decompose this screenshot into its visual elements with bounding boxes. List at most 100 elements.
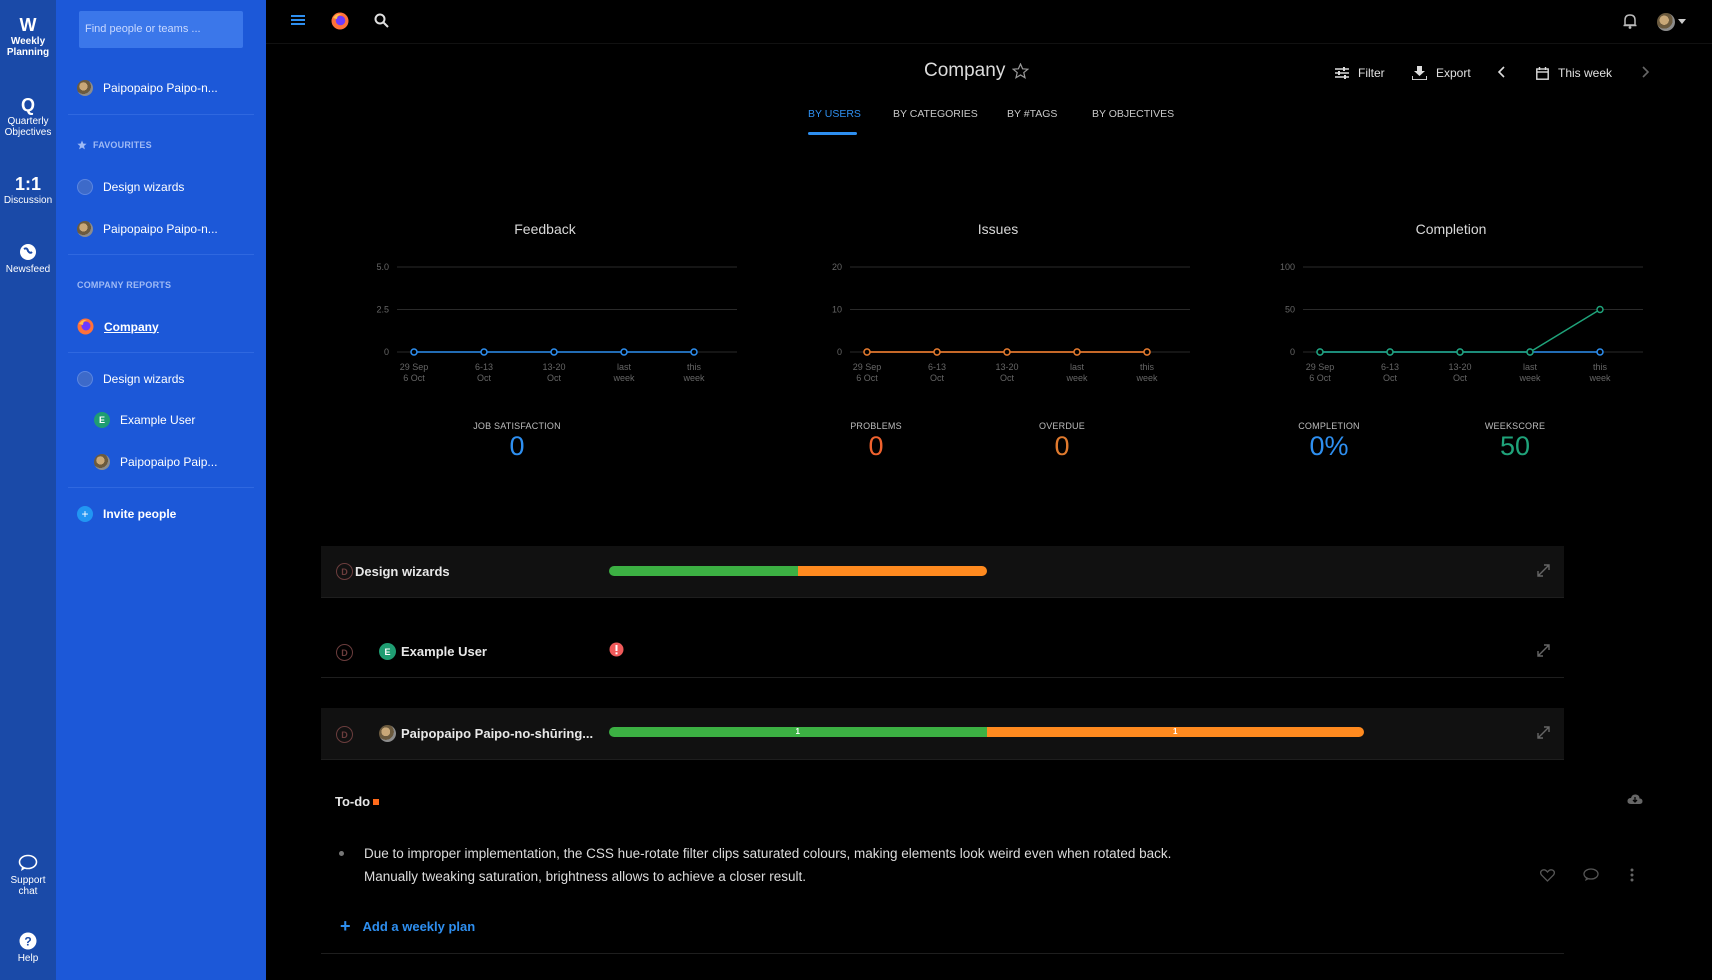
- title-row: Company Filter Export This week: [266, 58, 1712, 86]
- stat-label: OVERDUE: [1039, 421, 1085, 431]
- stat-job-satisfaction: JOB SATISFACTION 0: [437, 421, 597, 461]
- y-tick-label: 0: [384, 347, 389, 357]
- x-tick-label: week: [612, 373, 635, 383]
- favourites-heading: FAVOURITES: [77, 140, 152, 150]
- export-button[interactable]: Export: [1412, 66, 1471, 80]
- data-point: [550, 348, 558, 356]
- tab-by-users[interactable]: BY USERS: [808, 108, 861, 120]
- team-avatar: [77, 179, 93, 195]
- chat-icon: [18, 854, 38, 871]
- period-selector[interactable]: This week: [1536, 66, 1612, 80]
- globe-icon: [20, 244, 36, 260]
- x-tick-label: Oct: [1383, 373, 1398, 383]
- hamburger-menu-icon[interactable]: [291, 13, 305, 27]
- todo-item[interactable]: Due to improper implementation, the CSS …: [364, 842, 1264, 888]
- sidebar-item-me[interactable]: Paipopaipo Paipo-n...: [77, 80, 218, 96]
- invite-people-button[interactable]: + Invite people: [77, 506, 176, 522]
- filter-button[interactable]: Filter: [1335, 66, 1385, 80]
- sidebar: Find people or teams ... Paipopaipo Paip…: [56, 0, 266, 980]
- status-badge: D: [336, 563, 353, 580]
- cloud-icon[interactable]: [1627, 793, 1643, 805]
- expand-icon[interactable]: [1537, 644, 1550, 657]
- weekly-label-2: Planning: [6, 47, 50, 58]
- rail-newsfeed[interactable]: Newsfeed: [0, 243, 56, 275]
- firefox-icon: [77, 318, 94, 335]
- chart-title: Completion: [1415, 221, 1487, 237]
- sidebar-item-fav-design-wizards[interactable]: Design wizards: [77, 179, 184, 195]
- rail-support-chat[interactable]: Support chat: [0, 854, 56, 897]
- rail-quarterly-objectives[interactable]: Q Quarterly Objectives: [0, 94, 56, 138]
- completion-chart-svg: 05010029 Sep6 Oct6-13Oct13-20Octlastweek…: [1280, 262, 1643, 383]
- x-tick-label: 13-20: [995, 362, 1018, 372]
- heart-icon[interactable]: [1540, 869, 1555, 882]
- sidebar-item-member-example-user[interactable]: E Example User: [94, 412, 195, 428]
- issues-chart-svg: 0102029 Sep6 Oct6-13Oct13-20Octlastweekt…: [832, 262, 1190, 383]
- filter-label: Filter: [1358, 66, 1385, 80]
- x-tick-label: week: [1518, 373, 1541, 383]
- x-tick-label: last: [1070, 362, 1085, 372]
- weekly-label-1: Weekly: [10, 36, 46, 47]
- chart-title: Issues: [977, 221, 1019, 237]
- stat-completion: COMPLETION 0%: [1249, 421, 1409, 461]
- svg-text:?: ?: [24, 935, 31, 949]
- sidebar-item-fav-paipo[interactable]: Paipopaipo Paipo-n...: [77, 221, 218, 237]
- progress-bar: [609, 566, 987, 576]
- tab-by-objectives[interactable]: BY OBJECTIVES: [1092, 108, 1174, 120]
- company-reports-heading: COMPANY REPORTS: [77, 280, 172, 290]
- plus-icon: +: [340, 916, 351, 936]
- chevron-right-icon[interactable]: [1642, 66, 1650, 78]
- expand-icon[interactable]: [1537, 726, 1550, 739]
- rail-help[interactable]: ? Help: [0, 932, 56, 964]
- tab-by-tags[interactable]: BY #TAGS: [1007, 108, 1057, 120]
- expand-icon[interactable]: [1537, 564, 1550, 577]
- y-tick-label: 0: [837, 347, 842, 357]
- discussion-label: Discussion: [3, 195, 53, 206]
- tab-by-categories[interactable]: BY CATEGORIES: [893, 108, 978, 120]
- stat-label: COMPLETION: [1298, 421, 1360, 431]
- comment-icon[interactable]: [1583, 868, 1599, 882]
- divider: [321, 953, 1564, 954]
- data-point: [1143, 348, 1151, 356]
- search-icon[interactable]: [374, 13, 389, 28]
- firefox-icon[interactable]: [331, 12, 349, 30]
- more-options-icon[interactable]: [1630, 868, 1634, 882]
- user-row-paipo[interactable]: D Paipopaipo Paipo-no-shūring... 1 1: [321, 708, 1564, 760]
- feedback-chart: Feedback 0 2.5 5.0 29 Sep 6 Oct 6-13 Oct 13-20 O…: [337, 215, 757, 475]
- add-weekly-plan-button[interactable]: + Add a weekly plan: [340, 916, 475, 937]
- sidebar-item-label: Design wizards: [103, 372, 185, 386]
- sidebar-item-team-design-wizards[interactable]: Design wizards: [77, 371, 184, 387]
- search-input[interactable]: Find people or teams ...: [79, 11, 243, 48]
- team-row-design-wizards[interactable]: D Design wizards: [321, 546, 1564, 598]
- x-tick-label: this: [687, 362, 702, 372]
- chevron-down-icon[interactable]: [1678, 19, 1686, 24]
- data-point: [1073, 348, 1081, 356]
- filter-icon: [1335, 67, 1349, 79]
- bar-segment-pending: [798, 566, 987, 576]
- x-tick-label: 13-20: [1448, 362, 1471, 372]
- team-avatar: [77, 371, 93, 387]
- user-row-example-user[interactable]: D E Example User: [321, 622, 1564, 678]
- bar-segment-done: [609, 566, 798, 576]
- y-tick-label: 20: [832, 262, 842, 272]
- user-avatar[interactable]: [1657, 13, 1675, 31]
- data-point: [1386, 348, 1394, 356]
- stat-weekscore: WEEKSCORE 50: [1435, 421, 1595, 461]
- data-point: [690, 348, 698, 356]
- sidebar-item-company[interactable]: Company: [77, 318, 159, 335]
- divider: [68, 114, 254, 115]
- newsfeed-label: Newsfeed: [5, 264, 51, 275]
- avatar: E: [379, 643, 396, 660]
- rail-discussion[interactable]: 1:1 Discussion: [0, 173, 56, 206]
- sidebar-item-member-paipo[interactable]: Paipopaipo Paip...: [94, 454, 217, 470]
- row-name: Design wizards: [355, 564, 450, 579]
- bell-icon[interactable]: [1623, 13, 1637, 29]
- chevron-left-icon[interactable]: [1497, 66, 1505, 78]
- stat-value: 0: [509, 431, 525, 461]
- period-label: This week: [1558, 66, 1613, 80]
- star-icon[interactable]: [1012, 63, 1029, 79]
- add-weekly-plan-label: Add a weekly plan: [362, 919, 476, 934]
- rail-weekly-planning[interactable]: W Weekly Planning: [0, 14, 56, 58]
- data-point: [1316, 348, 1324, 356]
- top-bar: [266, 0, 1712, 44]
- export-label: Export: [1436, 66, 1471, 80]
